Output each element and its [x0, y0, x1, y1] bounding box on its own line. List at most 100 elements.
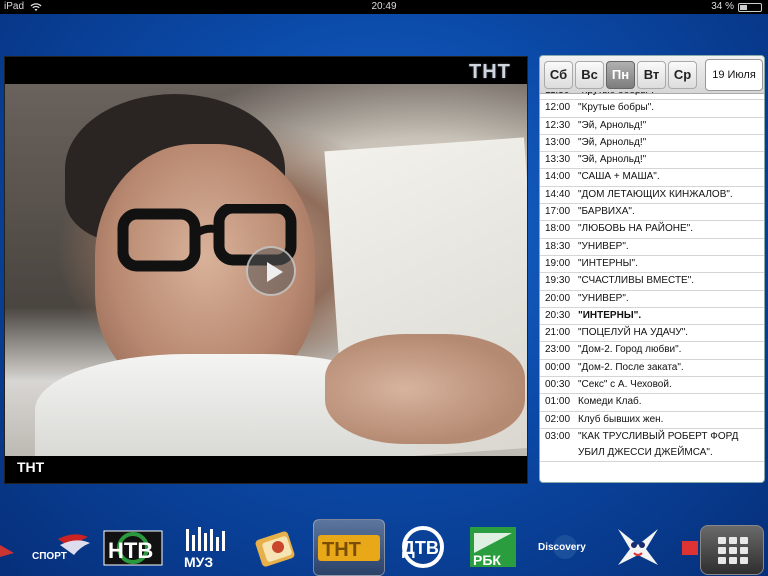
svg-text:ДТВ: ДТВ: [402, 538, 439, 558]
play-button[interactable]: [246, 246, 296, 296]
channel-2x2[interactable]: [610, 525, 666, 569]
schedule-title: "Эй, Арнольд!": [578, 119, 647, 131]
schedule-title: "УНИВЕР".: [578, 240, 629, 252]
schedule-time: 20:30: [545, 309, 571, 321]
schedule-title: "Эй, Арнольд!": [578, 154, 647, 166]
rbk-logo-icon: РБК: [470, 527, 516, 568]
schedule-title: "УНИВЕР".: [578, 292, 629, 304]
schedule-title: Клуб бывших жен.: [578, 413, 664, 425]
schedule-title: "ПОЦЕЛУЙ НА УДАЧУ".: [578, 327, 689, 339]
battery-icon: [738, 3, 762, 12]
channel-ntv[interactable]: НТВ: [102, 525, 164, 569]
schedule-time: 20:00: [545, 292, 571, 304]
schedule-time: 21:00: [545, 327, 571, 339]
schedule-title: "ИНТЕРНЫ".: [578, 309, 642, 321]
schedule-time: 17:00: [545, 206, 571, 218]
schedule-title: "СЧАСТЛИВЫ ВМЕСТЕ".: [578, 275, 695, 287]
channel-perets[interactable]: [248, 525, 304, 569]
schedule-title: Комеди Клаб.: [578, 396, 642, 408]
schedule-time: 14:40: [545, 188, 571, 200]
schedule-row[interactable]: 02:00 Клуб бывших жен.: [540, 412, 764, 429]
schedule-time: 00:30: [545, 379, 571, 391]
channel-tnt[interactable]: ТНТ: [316, 525, 382, 569]
day-tab[interactable]: Вт: [637, 61, 666, 89]
schedule-time: 13:30: [545, 154, 571, 166]
schedule-row[interactable]: 23:00 "Дом-2. Город любви".: [540, 342, 764, 360]
channel-sport[interactable]: СПОРТ: [28, 525, 92, 569]
channel-partial-icon[interactable]: [0, 525, 18, 569]
schedule-title: "БАРВИХА".: [578, 206, 635, 218]
2x2-logo-icon: [618, 529, 658, 565]
svg-text:ТНТ: ТНТ: [322, 539, 361, 561]
channel-watermark: ТНТ: [469, 61, 511, 83]
schedule-row[interactable]: 13:00 "Эй, Арнольд!": [540, 135, 764, 153]
schedule-title: "Дом-2. Город любви".: [578, 344, 682, 356]
schedule-time: 01:00: [545, 396, 571, 408]
schedule-row[interactable]: 11:30"Крутые бобры".: [540, 92, 764, 101]
video-player[interactable]: ТНТ ТНТ: [4, 56, 528, 484]
schedule-time: 11:30: [545, 92, 579, 99]
channel-partial-right[interactable]: [680, 525, 698, 569]
schedule-row[interactable]: 18:00 "ЛЮБОВЬ НА РАЙОНЕ".: [540, 221, 764, 239]
svg-text:РБК: РБК: [473, 552, 501, 568]
schedule-time: 18:30: [545, 240, 571, 252]
schedule-title: "Крутые бобры".: [578, 92, 764, 99]
schedule-title: "КАК ТРУСЛИВЫЙ РОБЕРТ ФОРД УБИЛ ДЖЕССИ Д…: [578, 430, 739, 458]
clock: 20:49: [371, 1, 397, 12]
grid-icon: [718, 537, 748, 565]
channel-dock: СПОРТ НТВ МУЗ ТНТ ДТВ РБК Discovery: [0, 515, 768, 576]
schedule-list[interactable]: 11:30"Крутые бобры".12:00"Крутые бобры".…: [540, 92, 764, 482]
schedule-title: "Секс" с А. Чеховой.: [578, 379, 672, 391]
schedule-title: "Крутые бобры".: [578, 102, 655, 114]
schedule-row[interactable]: 00:30 "Секс" с А. Чеховой.: [540, 377, 764, 395]
day-tab[interactable]: Вс: [575, 61, 604, 89]
schedule-row[interactable]: 12:00 "Крутые бобры".: [540, 100, 764, 118]
schedule-title: "ЛЮБОВЬ НА РАЙОНЕ".: [578, 223, 693, 235]
schedule-row[interactable]: 01:00 Комеди Клаб.: [540, 394, 764, 412]
schedule-title: "Дом-2. После заката".: [578, 361, 684, 373]
schedule-time: 18:00: [545, 223, 571, 235]
day-tab[interactable]: Ср: [668, 61, 697, 89]
status-bar: iPad 20:49 34 %: [0, 0, 768, 14]
schedule-row[interactable]: 14:00 "САША + МАША".: [540, 169, 764, 187]
tnt-logo-icon: ТНТ: [318, 535, 380, 561]
dtv-logo-icon: ДТВ: [402, 526, 444, 568]
battery-percent: 34 %: [711, 1, 734, 12]
ntv-logo-icon: НТВ: [103, 530, 163, 566]
channel-discovery[interactable]: Discovery: [536, 525, 594, 569]
schedule-row[interactable]: 14:40 "ДОМ ЛЕТАЮЩИХ КИНЖАЛОВ".: [540, 187, 764, 205]
schedule-row[interactable]: 19:00 "ИНТЕРНЫ".: [540, 256, 764, 274]
channel-rbk[interactable]: РБК: [466, 525, 520, 569]
schedule-row[interactable]: 12:30 "Эй, Арнольд!": [540, 118, 764, 135]
svg-text:МУЗ: МУЗ: [184, 554, 213, 569]
channel-dtv[interactable]: ДТВ: [392, 525, 454, 569]
day-tab[interactable]: Пн: [606, 61, 635, 89]
schedule-row[interactable]: 20:00 "УНИВЕР".: [540, 291, 764, 308]
discovery-logo-icon: Discovery: [538, 535, 586, 559]
schedule-row[interactable]: 03:00 "КАК ТРУСЛИВЫЙ РОБЕРТ ФОРД УБИЛ ДЖЕ…: [540, 429, 764, 462]
svg-text:Discovery: Discovery: [538, 542, 586, 553]
schedule-row[interactable]: 21:00 "ПОЦЕЛУЙ НА УДАЧУ".: [540, 325, 764, 343]
schedule-time: 00:00: [545, 361, 571, 373]
schedule-row[interactable]: 00:00 "Дом-2. После заката".: [540, 360, 764, 378]
schedule-title: "ДОМ ЛЕТАЮЩИХ КИНЖАЛОВ".: [578, 188, 733, 200]
schedule-row[interactable]: 13:30 "Эй, Арнольд!": [540, 152, 764, 170]
schedule-row[interactable]: 18:30 "УНИВЕР".: [540, 239, 764, 256]
schedule-row[interactable]: 19:30 "СЧАСТЛИВЫ ВМЕСТЕ".: [540, 273, 764, 291]
schedule-time: 14:00: [545, 171, 571, 183]
perets-logo-icon: [255, 531, 295, 567]
channel-grid-button[interactable]: [700, 525, 764, 575]
channel-muz[interactable]: МУЗ: [180, 525, 232, 570]
schedule-panel: СбВсПнВтСр 19 Июля 11:30"Крутые бобры".1…: [539, 55, 765, 483]
schedule-time: 12:30: [545, 119, 571, 131]
schedule-time: 19:30: [545, 275, 571, 287]
schedule-time: 23:00: [545, 344, 571, 356]
schedule-row[interactable]: 20:30 "ИНТЕРНЫ".: [540, 308, 764, 326]
schedule-row[interactable]: 17:00 "БАРВИХА".: [540, 204, 764, 222]
day-tab[interactable]: Сб: [544, 61, 573, 89]
muz-logo-icon: МУЗ: [184, 527, 225, 570]
svg-text:НТВ: НТВ: [108, 538, 153, 563]
date-label[interactable]: 19 Июля: [705, 59, 763, 91]
sport-logo-icon: СПОРТ: [32, 534, 90, 562]
schedule-time: 02:00: [545, 413, 571, 425]
